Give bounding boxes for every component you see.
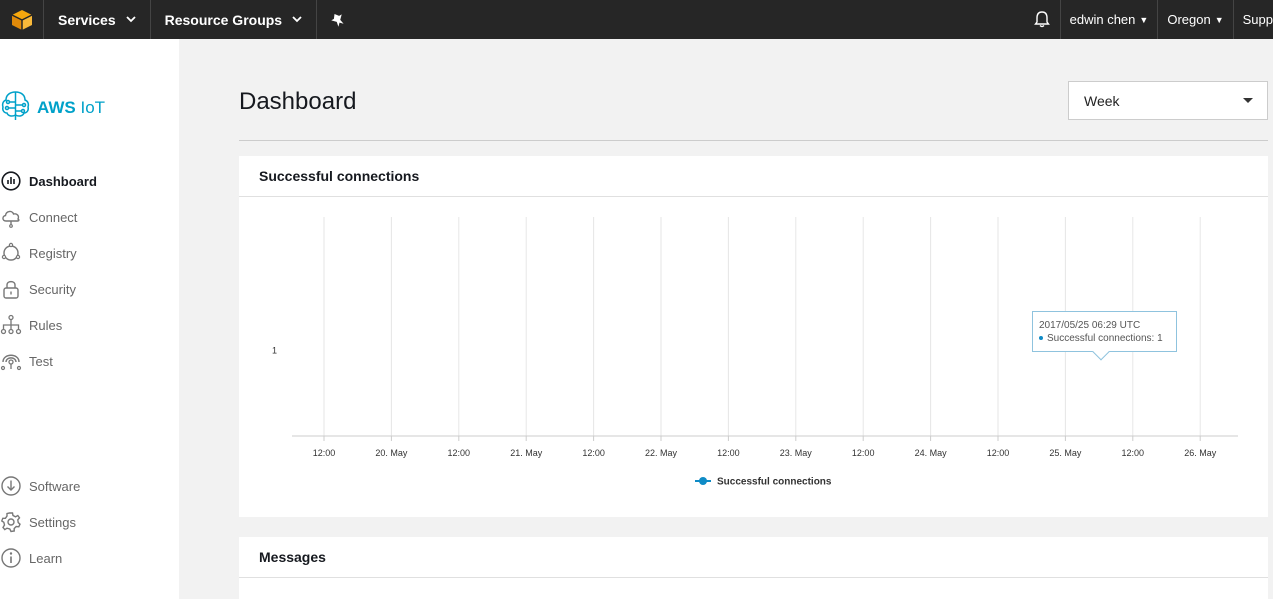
top-navigation-bar: Services Resource Groups edwin chen ▼ Or… bbox=[0, 0, 1273, 39]
x-tick-label: 12:00 bbox=[1122, 448, 1145, 458]
sidebar-item-label: Rules bbox=[29, 317, 63, 333]
connections-chart-svg: 12:00 20. May 12:00 21. May 12:00 22. May 12:0… bbox=[272, 217, 1238, 488]
caret-down-icon: ▼ bbox=[1139, 14, 1149, 25]
services-label: Services bbox=[58, 11, 116, 28]
x-tick-label: 21. May bbox=[510, 448, 543, 458]
chart-tooltip: 2017/05/25 06:29 UTC Successful connecti… bbox=[1032, 311, 1177, 361]
chevron-down-icon bbox=[292, 14, 302, 26]
sidebar-item-settings[interactable]: Settings bbox=[0, 510, 76, 534]
resource-groups-menu[interactable]: Resource Groups bbox=[151, 0, 318, 39]
sidebar-item-connect[interactable]: Connect bbox=[0, 205, 77, 229]
region-menu[interactable]: Oregon ▼ bbox=[1157, 0, 1232, 39]
chevron-down-icon bbox=[125, 14, 136, 26]
aws-iot-brand[interactable]: AWS IoT bbox=[0, 89, 105, 126]
bell-icon[interactable] bbox=[1024, 0, 1060, 39]
sidebar-item-label: Test bbox=[29, 353, 53, 369]
lock-icon bbox=[0, 278, 22, 300]
sidebar-item-label: Learn bbox=[29, 550, 63, 566]
resource-groups-label: Resource Groups bbox=[164, 11, 283, 28]
user-name: edwin chen bbox=[1069, 12, 1136, 27]
page-title: Dashboard bbox=[239, 88, 357, 115]
support-label: Supp bbox=[1242, 12, 1273, 27]
pin-icon[interactable] bbox=[317, 0, 359, 39]
card-title: Messages bbox=[239, 537, 1268, 578]
series-dot bbox=[1039, 336, 1043, 341]
sidebar-item-software[interactable]: Software bbox=[0, 474, 80, 498]
sidebar-item-rules[interactable]: Rules bbox=[0, 313, 62, 337]
x-tick-label: 12:00 bbox=[582, 448, 605, 458]
aws-iot-logo-icon bbox=[0, 89, 31, 126]
user-menu[interactable]: edwin chen ▼ bbox=[1059, 0, 1158, 39]
title-divider bbox=[239, 140, 1268, 141]
messages-card: Messages bbox=[239, 537, 1268, 599]
sidebar-item-security[interactable]: Security bbox=[0, 277, 76, 301]
card-title: Successful connections bbox=[239, 156, 1268, 197]
x-tick-label: 12:00 bbox=[448, 448, 471, 458]
services-menu[interactable]: Services bbox=[44, 0, 151, 39]
x-tick-label: 12:00 bbox=[717, 448, 740, 458]
x-tick-label: 12:00 bbox=[313, 448, 336, 458]
x-tick-label: 20. May bbox=[375, 448, 408, 458]
sidebar-item-label: Software bbox=[29, 478, 81, 494]
region-name: Oregon bbox=[1167, 12, 1211, 27]
legend-label: Successful connections bbox=[717, 477, 832, 488]
gear-icon bbox=[0, 511, 22, 533]
caret-down-icon: ▼ bbox=[1214, 14, 1224, 25]
info-icon bbox=[0, 547, 22, 569]
sidebar-item-label: Connect bbox=[29, 209, 78, 225]
tooltip-time: 2017/05/25 06:29 UTC bbox=[1039, 320, 1141, 331]
x-tick-label: 25. May bbox=[1049, 448, 1082, 458]
selected-period: Week bbox=[1084, 92, 1120, 109]
sidebar-item-label: Settings bbox=[29, 514, 76, 530]
rules-icon bbox=[0, 314, 22, 336]
brand-name: AWS IoT bbox=[37, 97, 106, 117]
connections-chart: 12:00 20. May 12:00 21. May 12:00 22. May 12:0… bbox=[239, 197, 1268, 516]
x-tick-label: 23. May bbox=[780, 448, 813, 458]
sidebar-item-dashboard[interactable]: Dashboard bbox=[0, 169, 97, 193]
dashboard-icon bbox=[0, 170, 22, 192]
sidebar-item-label: Registry bbox=[29, 245, 77, 261]
cloud-icon bbox=[0, 206, 22, 228]
sidebar-item-registry[interactable]: Registry bbox=[0, 241, 77, 265]
sidebar-item-test[interactable]: Test bbox=[0, 349, 53, 373]
x-tick-label: 26. May bbox=[1184, 448, 1217, 458]
caret-down-icon bbox=[1243, 98, 1253, 103]
sidebar-item-label: Security bbox=[29, 281, 76, 297]
tooltip-value: 1 bbox=[1157, 333, 1163, 344]
sidebar: AWS IoT Dashboard Connect Registry Secur… bbox=[0, 39, 179, 599]
successful-connections-card: Successful connections 12:00 20. May 12:00… bbox=[239, 156, 1268, 517]
test-icon bbox=[0, 350, 22, 372]
y-tick-label: 1 bbox=[272, 346, 277, 356]
x-tick-label: 22. May bbox=[645, 448, 678, 458]
legend-marker bbox=[699, 477, 707, 485]
registry-icon bbox=[0, 242, 22, 264]
sidebar-item-label: Dashboard bbox=[29, 173, 97, 189]
x-tick-label: 12:00 bbox=[852, 448, 875, 458]
support-menu[interactable]: Supp bbox=[1232, 0, 1273, 39]
x-tick-label: 24. May bbox=[915, 448, 948, 458]
sidebar-item-learn[interactable]: Learn bbox=[0, 546, 62, 570]
x-tick-label: 12:00 bbox=[987, 448, 1010, 458]
aws-logo-icon[interactable] bbox=[0, 0, 44, 39]
download-icon bbox=[0, 475, 22, 497]
time-period-select[interactable]: Week bbox=[1068, 81, 1268, 120]
